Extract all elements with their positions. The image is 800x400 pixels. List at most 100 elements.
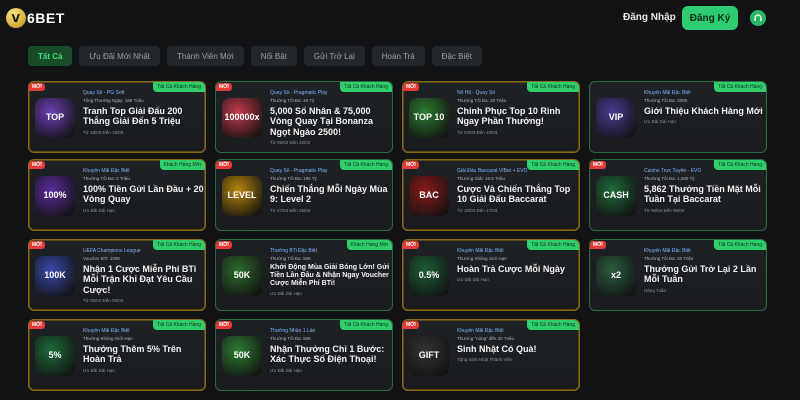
promo-art: 5% [29, 320, 81, 390]
promo-card[interactable]: 100% MỚI Khách Hàng Mới Khuyến Mãi Đặc Biệt… [28, 159, 206, 231]
promo-category: Khuyến Mãi Đặc Biệt [457, 248, 504, 254]
promo-info: Khuyến Mãi Đặc Biệt Thưởng Không Giới Hạn… [83, 328, 205, 373]
promo-period: Ưu Đãi Dài Hạn [270, 291, 302, 297]
promo-category: Khuyến Mãi Đặc Biệt [83, 328, 130, 334]
promo-meta: Thưởng Tối Đa: 20 Triệu [644, 256, 694, 261]
promo-art: 100K [29, 240, 81, 310]
promo-art: TOP [29, 82, 81, 152]
new-badge: MỚI [29, 321, 45, 329]
promo-category: Thưởng Nhận 1 Lần [270, 328, 316, 334]
promo-art-icon: 5% [35, 336, 75, 376]
promo-period: Từ 04/03 Đến 18/03 [457, 129, 498, 135]
promo-period: Từ 05/03 Đến 18/03 [270, 140, 311, 146]
tab-rebate[interactable]: Hoàn Trả [371, 46, 425, 66]
promo-info: Khuyến Mãi Đặc Biệt Thưởng Tối Đa: 200K Gi… [644, 90, 766, 124]
headset-icon[interactable] [750, 10, 766, 26]
promo-art-icon: 100K [35, 256, 75, 296]
promo-info: Thưởng Nhận 1 Lần Thưởng Tối Đa: 50K Nhận … [270, 328, 392, 373]
promo-art: x2 [590, 240, 642, 310]
promo-card[interactable]: VIP Tất Cả Khách Hàng Khuyến Mãi Đặc Biệt T… [589, 81, 767, 153]
promo-card[interactable]: BAC MỚI Tất Cả Khách Hàng Giải Đấu Baccarat… [402, 159, 580, 231]
promo-category: Khuyến Mãi Đặc Biệt [457, 328, 504, 334]
tab-latest-offers[interactable]: Ưu Đãi Mới Nhất [79, 46, 160, 66]
tab-new-members[interactable]: Thành Viên Mới [167, 46, 244, 66]
promo-art-icon: 0.5% [409, 256, 449, 296]
promo-art: 50K [216, 320, 268, 390]
tab-featured[interactable]: Nổi Bật [250, 46, 297, 66]
promo-art: 0.5% [403, 240, 455, 310]
promo-card[interactable]: 100K MỚI Tất Cả Khách Hàng UEFA Champions L… [28, 239, 206, 311]
promo-category: Quay Số - Pragmatic Play [270, 168, 328, 174]
promo-card[interactable]: TOP MỚI Tất Cả Khách Hàng Quay Số - PG Soft… [28, 81, 206, 153]
promo-period: Ưu Đãi Dài Hạn [83, 367, 115, 373]
promo-card[interactable]: 100000x MỚI Tất Cả Khách Hàng Quay Số - Pra… [215, 81, 393, 153]
new-badge: MỚI [29, 83, 45, 91]
promo-meta: Thưởng Không Giới Hạn [83, 336, 133, 341]
promo-title: Chiến Thắng Mỗi Ngày Mùa 9: Level 2 [270, 184, 388, 205]
promo-meta: Thưởng Tối Đa: 20 Triệu [457, 98, 507, 103]
promo-category: Khuyến Mãi Đặc Biệt [83, 168, 130, 174]
login-link[interactable]: Đăng Nhập [623, 12, 676, 23]
promo-meta: Thưởng Tối Đa: 50K [270, 336, 312, 341]
promo-title: Thưởng Thêm 5% Trên Hoàn Trả [83, 344, 182, 365]
promo-meta: Voucher BTi: 100K [83, 256, 121, 261]
promo-info: Giải Đấu Baccarat VIBet + EVO Thưởng Giải… [457, 168, 579, 213]
promo-art-icon: TOP [35, 98, 75, 138]
promo-meta: Thưởng Tối Đa: 50K [270, 256, 312, 261]
promo-period: Từ 27/04 Đến 26/04 [270, 207, 311, 213]
promo-art: CASH [590, 160, 642, 230]
tab-redeposit[interactable]: Gửi Trở Lại [303, 46, 365, 66]
promo-card[interactable]: 0.5% MỚI Tất Cả Khách Hàng Khuyến Mãi Đặc B… [402, 239, 580, 311]
promo-info: Khuyến Mãi Đặc Biệt Thưởng Không Giới Hạn… [457, 248, 579, 282]
promo-art: 100% [29, 160, 81, 230]
promo-meta: Thưởng Tối Đa: 48 Tỷ [270, 98, 315, 103]
promo-card[interactable]: GIFT MỚI Tất Cả Khách Hàng Khuyến Mãi Đặc B… [402, 319, 580, 391]
tab-special[interactable]: Đặc Biệt [431, 46, 482, 66]
promo-card[interactable]: LEVEL MỚI Tất Cả Khách Hàng Quay Số - Pragm… [215, 159, 393, 231]
promo-card[interactable]: CASH MỚI Tất Cả Khách Hàng Casino Trực Tuyế… [589, 159, 767, 231]
promo-category: Quay Số - Pragmatic Play [270, 90, 328, 96]
promo-card[interactable]: x2 MỚI Tất Cả Khách Hàng Khuyến Mãi Đặc Biệ… [589, 239, 767, 311]
new-badge: MỚI [403, 161, 419, 169]
promo-period: Hàng Tuần [644, 287, 667, 293]
promo-period: Ưu Đãi Dài Hạn [457, 277, 489, 283]
tab-all[interactable]: Tất Cả [28, 46, 73, 66]
promo-art-icon: LEVEL [222, 176, 262, 216]
promo-card[interactable]: 5% MỚI Tất Cả Khách Hàng Khuyến Mãi Đặc Biệ… [28, 319, 206, 391]
promo-title: Nhận 1 Cược Miễn Phí BTi Mỗi Trận Khi Đạ… [83, 264, 197, 295]
register-button[interactable]: Đăng Ký [682, 6, 738, 30]
promo-period: Ưu Đãi Dài Hạn [644, 119, 676, 125]
promo-art-icon: CASH [596, 176, 636, 216]
promo-card[interactable]: 50K MỚI Khách Hàng Mới Thưởng BTi Đặc Biệt T… [215, 239, 393, 311]
brand-logo[interactable]: V 6BET [6, 8, 65, 28]
promo-meta: Thưởng Giải: 16.5 Triệu [457, 176, 505, 181]
promo-category: Thưởng BTi Đặc Biệt [270, 248, 318, 254]
promo-art-icon: BAC [409, 176, 449, 216]
promo-category: UEFA Champions League [83, 248, 141, 254]
promo-card[interactable]: TOP 10 MỚI Tất Cả Khách Hàng Nổ Hũ - Quay S… [402, 81, 580, 153]
promo-title: Hoàn Trả Cược Mỗi Ngày [457, 264, 565, 274]
new-badge: MỚI [590, 161, 606, 169]
promo-meta: Thưởng Không Giới Hạn [457, 256, 507, 261]
new-badge: MỚI [29, 241, 45, 249]
promo-category: Nổ Hũ - Quay Số [457, 90, 496, 96]
promo-title: 100% Tiền Gửi Lần Đầu + 20 Vòng Quay [83, 184, 204, 205]
promo-info: Thưởng BTi Đặc Biệt Thưởng Tối Đa: 50K Khở… [270, 248, 392, 296]
promo-meta: Thưởng Tối Đa: 1,000 Tỷ [644, 176, 695, 181]
promo-card[interactable]: 50K MỚI Tất Cả Khách Hàng Thưởng Nhận 1 Lần… [215, 319, 393, 391]
promo-title: 5,000 Số Nhân & 75,000 Vòng Quay Tại Bon… [270, 106, 374, 137]
promo-category: Khuyến Mãi Đặc Biệt [644, 248, 691, 254]
promo-period: Tặng Sinh Nhật Thành Viên [457, 357, 513, 363]
promo-period: Từ 06/04 Đến 06/04 [644, 207, 685, 213]
new-badge: MỚI [590, 241, 606, 249]
promo-info: Quay Số - Pragmatic Play Thưởng Tối Đa: 1… [270, 168, 392, 213]
promo-title: Khởi Động Mùa Giải Bóng Lớn! Gửi Tiền Lầ… [270, 264, 390, 288]
promo-art: GIFT [403, 320, 455, 390]
promo-art-icon: TOP 10 [409, 98, 449, 138]
promo-art: VIP [590, 82, 642, 152]
new-badge: MỚI [216, 321, 232, 329]
promo-title: Tranh Top Giải Đấu 200 Thắng Giải Đến 5 … [83, 106, 183, 127]
promo-info: Quay Số - Pragmatic Play Thưởng Tối Đa: 4… [270, 90, 392, 145]
promo-tabs: Tất Cả Ưu Đãi Mới Nhất Thành Viên Mới Nổ… [28, 46, 482, 68]
promo-art-icon: x2 [596, 256, 636, 296]
